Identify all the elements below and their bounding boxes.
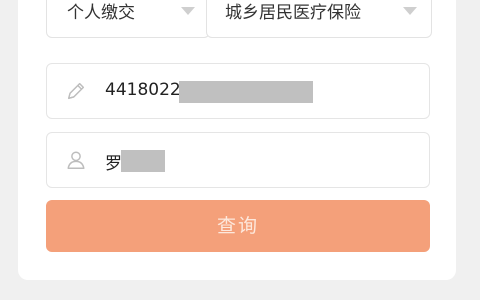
redaction-mask: [179, 81, 313, 103]
chevron-down-icon: [181, 7, 195, 15]
insurance-type-label: 城乡居民医疗保险: [225, 3, 361, 23]
payer-type-select[interactable]: 个人缴交: [46, 0, 210, 38]
id-number-field[interactable]: 4418022: [46, 63, 430, 119]
name-field[interactable]: 罗: [46, 132, 430, 188]
name-value: 罗: [105, 154, 122, 174]
insurance-type-select[interactable]: 城乡居民医疗保险: [206, 0, 432, 38]
user-icon: [67, 151, 85, 169]
id-number-value: 4418022: [105, 80, 181, 100]
pencil-icon: [67, 82, 85, 100]
chevron-down-icon: [403, 7, 417, 15]
payer-type-label: 个人缴交: [67, 3, 135, 23]
redaction-mask: [121, 150, 165, 172]
query-button[interactable]: 查询: [46, 200, 430, 252]
